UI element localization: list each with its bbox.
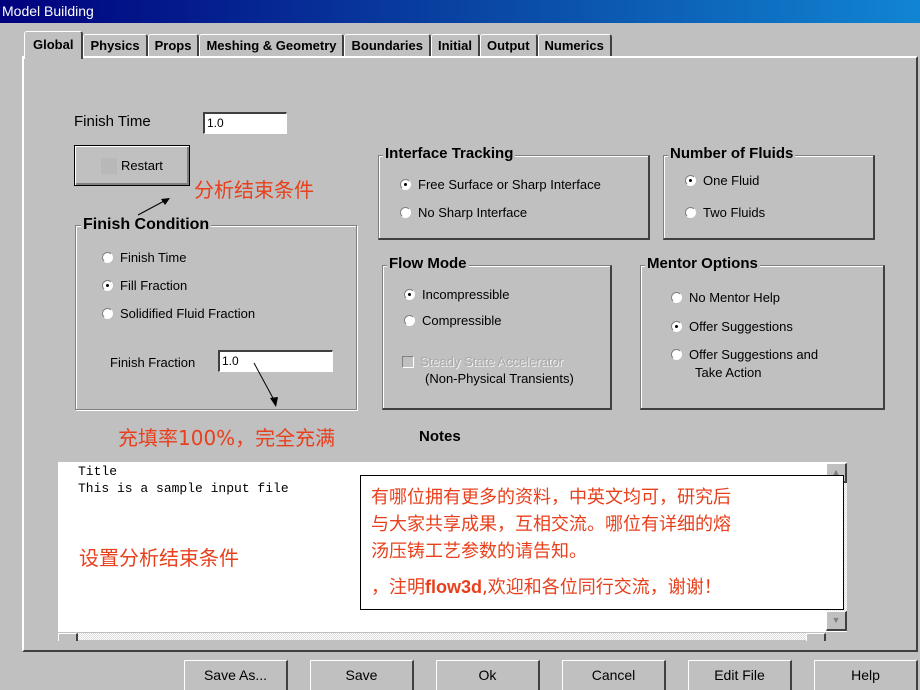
window-title: Model Building xyxy=(2,3,94,19)
number-of-fluids-title: Number of Fluids xyxy=(668,145,796,163)
radio-button-selected[interactable] xyxy=(685,175,696,186)
annotation-callout-box: 有哪位拥有更多的资料，中英文均可，研究后 与大家共享成果，互相交流。哪位有详细的… xyxy=(360,475,844,610)
radio-two-fluids[interactable]: Two Fluids xyxy=(685,205,765,220)
radio-button[interactable] xyxy=(102,252,113,263)
notes-label: Notes xyxy=(419,428,461,445)
edit-file-button[interactable]: Edit File xyxy=(688,660,792,690)
radio-label: No Mentor Help xyxy=(689,290,781,305)
radio-label: Offer Suggestions and xyxy=(689,347,819,362)
interface-tracking-group: Interface Tracking xyxy=(378,145,650,240)
tab-initial[interactable]: Initial xyxy=(431,34,480,58)
radio-incompressible[interactable]: Incompressible xyxy=(404,287,509,302)
flow-mode-title: Flow Mode xyxy=(387,255,469,273)
cancel-button[interactable]: Cancel xyxy=(562,660,666,690)
radio-free-surface[interactable]: Free Surface or Sharp Interface xyxy=(400,177,601,192)
window-titlebar: Model Building xyxy=(0,0,920,23)
ok-button[interactable]: Ok xyxy=(436,660,540,690)
radio-label-continuation: Take Action xyxy=(695,365,762,380)
radio-solidified-fluid-fraction[interactable]: Solidified Fluid Fraction xyxy=(102,306,255,321)
notes-line-2: This is a sample input file xyxy=(78,481,289,496)
tab-physics[interactable]: Physics xyxy=(83,34,148,58)
tab-numerics[interactable]: Numerics xyxy=(537,34,612,58)
finish-time-label: Finish Time xyxy=(74,113,151,130)
notes-line-1: Title xyxy=(78,464,118,479)
radio-button-selected[interactable] xyxy=(400,179,411,190)
help-button[interactable]: Help xyxy=(814,660,918,690)
annotation-finish-condition: 分析结束条件 xyxy=(194,178,314,202)
radio-button-selected[interactable] xyxy=(671,321,682,332)
radio-one-fluid[interactable]: One Fluid xyxy=(685,173,759,188)
callout-line: ，注明flow3d,欢迎和各位同行交流，谢谢！ xyxy=(371,574,843,601)
restart-label: Restart xyxy=(121,158,163,173)
scroll-right-button[interactable] xyxy=(806,633,826,641)
tab-meshing-geometry[interactable]: Meshing & Geometry xyxy=(199,34,345,58)
radio-label: One Fluid xyxy=(703,173,760,188)
radio-fill-fraction[interactable]: Fill Fraction xyxy=(102,278,187,293)
radio-button[interactable] xyxy=(671,292,682,303)
radio-button-selected[interactable] xyxy=(102,280,113,291)
radio-button[interactable] xyxy=(404,315,415,326)
radio-label: Fill Fraction xyxy=(120,278,188,293)
checkbox[interactable] xyxy=(402,355,414,368)
radio-no-sharp-interface[interactable]: No Sharp Interface xyxy=(400,205,527,220)
tab-props[interactable]: Props xyxy=(147,34,200,58)
annotation-fill-fraction: 充填率100%，完全充满 xyxy=(118,426,336,450)
interface-tracking-title: Interface Tracking xyxy=(383,145,516,163)
steady-state-sublabel: (Non-Physical Transients) xyxy=(425,371,574,386)
radio-button[interactable] xyxy=(685,207,696,218)
tab-global[interactable]: Global xyxy=(24,31,84,59)
steady-state-accelerator-checkbox[interactable]: Steady State Accelerator xyxy=(402,354,563,369)
radio-label: Offer Suggestions xyxy=(689,319,793,334)
save-as-button[interactable]: Save As... xyxy=(184,660,288,690)
radio-button-selected[interactable] xyxy=(404,289,415,300)
radio-finish-time[interactable]: Finish Time xyxy=(102,250,186,265)
radio-label: Compressible xyxy=(422,313,502,328)
annotation-arrow-icon xyxy=(253,362,278,407)
radio-button[interactable] xyxy=(102,308,113,319)
radio-label: Solidified Fluid Fraction xyxy=(120,306,256,321)
radio-button[interactable] xyxy=(400,207,411,218)
scroll-down-button[interactable]: ▼ xyxy=(826,611,847,631)
mentor-options-title: Mentor Options xyxy=(645,255,760,273)
number-of-fluids-group: Number of Fluids xyxy=(663,145,875,240)
checkbox-label: Steady State Accelerator xyxy=(420,354,564,369)
restart-indicator-icon xyxy=(101,158,117,174)
callout-text: ，注明 xyxy=(371,577,425,598)
callout-text: ,欢迎和各位同行交流，谢谢！ xyxy=(482,577,722,598)
radio-label: No Sharp Interface xyxy=(418,205,528,220)
callout-line: 汤压铸工艺参数的请告知。 xyxy=(371,541,587,562)
annotation-set-finish-condition: 设置分析结束条件 xyxy=(79,546,239,570)
radio-label: Two Fluids xyxy=(703,205,766,220)
tab-boundaries[interactable]: Boundaries xyxy=(344,34,431,58)
tab-bar: Global Physics Props Meshing & Geometry … xyxy=(24,31,612,59)
callout-bold-text: flow3d xyxy=(425,577,482,597)
callout-line: 有哪位拥有更多的资料，中英文均可，研究后 xyxy=(371,487,731,508)
finish-time-input[interactable]: 1.0 xyxy=(203,112,287,134)
finish-condition-title: Finish Condition xyxy=(81,216,212,234)
save-button[interactable]: Save xyxy=(310,660,414,690)
scroll-left-button[interactable] xyxy=(58,633,78,641)
radio-no-mentor-help[interactable]: No Mentor Help xyxy=(671,290,780,305)
tab-output[interactable]: Output xyxy=(479,34,538,58)
radio-compressible[interactable]: Compressible xyxy=(404,313,501,328)
mentor-options-group: Mentor Options xyxy=(640,255,885,410)
radio-label: Free Surface or Sharp Interface xyxy=(418,177,601,192)
radio-offer-suggestions[interactable]: Offer Suggestions xyxy=(671,319,793,334)
arrow-down-icon: ▼ xyxy=(831,615,841,625)
finish-fraction-label: Finish Fraction xyxy=(110,355,196,370)
radio-offer-suggestions-take-action[interactable]: Offer Suggestions and xyxy=(671,347,818,362)
restart-button[interactable]: Restart xyxy=(74,145,190,186)
radio-label: Incompressible xyxy=(422,287,510,302)
radio-button[interactable] xyxy=(671,349,682,360)
radio-label: Finish Time xyxy=(120,250,187,265)
notes-horizontal-scrollbar[interactable] xyxy=(58,632,826,641)
notes-content[interactable]: Title This is a sample input file xyxy=(78,463,289,497)
callout-line: 与大家共享成果，互相交流。哪位有详细的熔 xyxy=(371,514,731,535)
